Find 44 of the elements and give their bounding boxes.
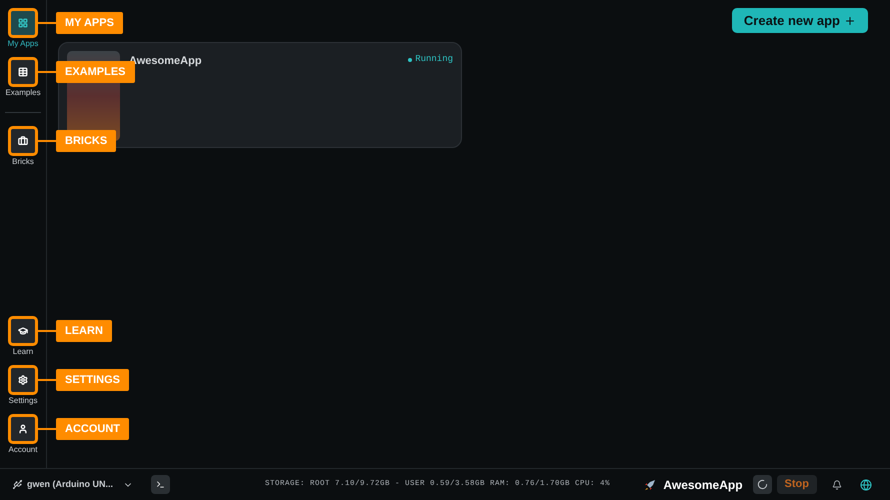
globe-icon[interactable]	[860, 478, 872, 490]
briefcase-icon	[18, 136, 28, 146]
nav-button[interactable]	[8, 8, 38, 38]
running-app-name: AwesomeApp	[663, 476, 743, 494]
notification-bell-icon[interactable]	[832, 480, 842, 490]
nav-button[interactable]	[8, 57, 38, 87]
terminal-button[interactable]	[151, 475, 170, 494]
callout-label: ACCOUNT	[56, 418, 129, 440]
loading-button[interactable]	[752, 475, 772, 494]
leader-line	[38, 140, 56, 142]
nav-label: Examples	[5, 87, 41, 99]
nav-button[interactable]	[8, 126, 38, 156]
leader-line	[38, 330, 56, 332]
callout-label: LEARN	[56, 320, 112, 342]
status-text: Running	[415, 53, 453, 66]
terminal-icon	[156, 480, 165, 489]
nav-label: Account	[8, 444, 38, 456]
nav-label: My Apps	[8, 38, 38, 50]
callout-label: SETTINGS	[56, 369, 130, 391]
user-icon	[18, 424, 28, 434]
plus-icon	[844, 14, 856, 26]
leader-line	[38, 22, 56, 24]
settings-icon	[18, 375, 28, 385]
usb-icon	[12, 479, 23, 490]
spinner-icon	[756, 479, 768, 490]
table-icon	[18, 67, 28, 77]
stop-button[interactable]: Stop	[776, 475, 817, 494]
callout-label: BRICKS	[56, 130, 116, 152]
nav-label: Settings	[8, 395, 38, 407]
nav-button[interactable]	[8, 365, 38, 395]
callout-label: MY APPS	[56, 12, 123, 34]
create-app-button[interactable]: Create new app	[732, 8, 868, 33]
nav-label: Learn	[12, 346, 34, 358]
rocket-icon	[643, 478, 658, 492]
leader-line	[38, 428, 56, 430]
nav-label: Bricks	[12, 156, 34, 168]
nav-button[interactable]	[8, 414, 38, 444]
leader-line	[38, 71, 56, 73]
grid-icon	[18, 18, 28, 28]
callout-label: EXAMPLES	[56, 61, 135, 83]
nav-button[interactable]	[8, 316, 38, 346]
leader-line	[38, 379, 56, 381]
graduation-cap-icon	[18, 326, 28, 336]
board-name: gwen (Arduino UN...	[27, 478, 113, 491]
